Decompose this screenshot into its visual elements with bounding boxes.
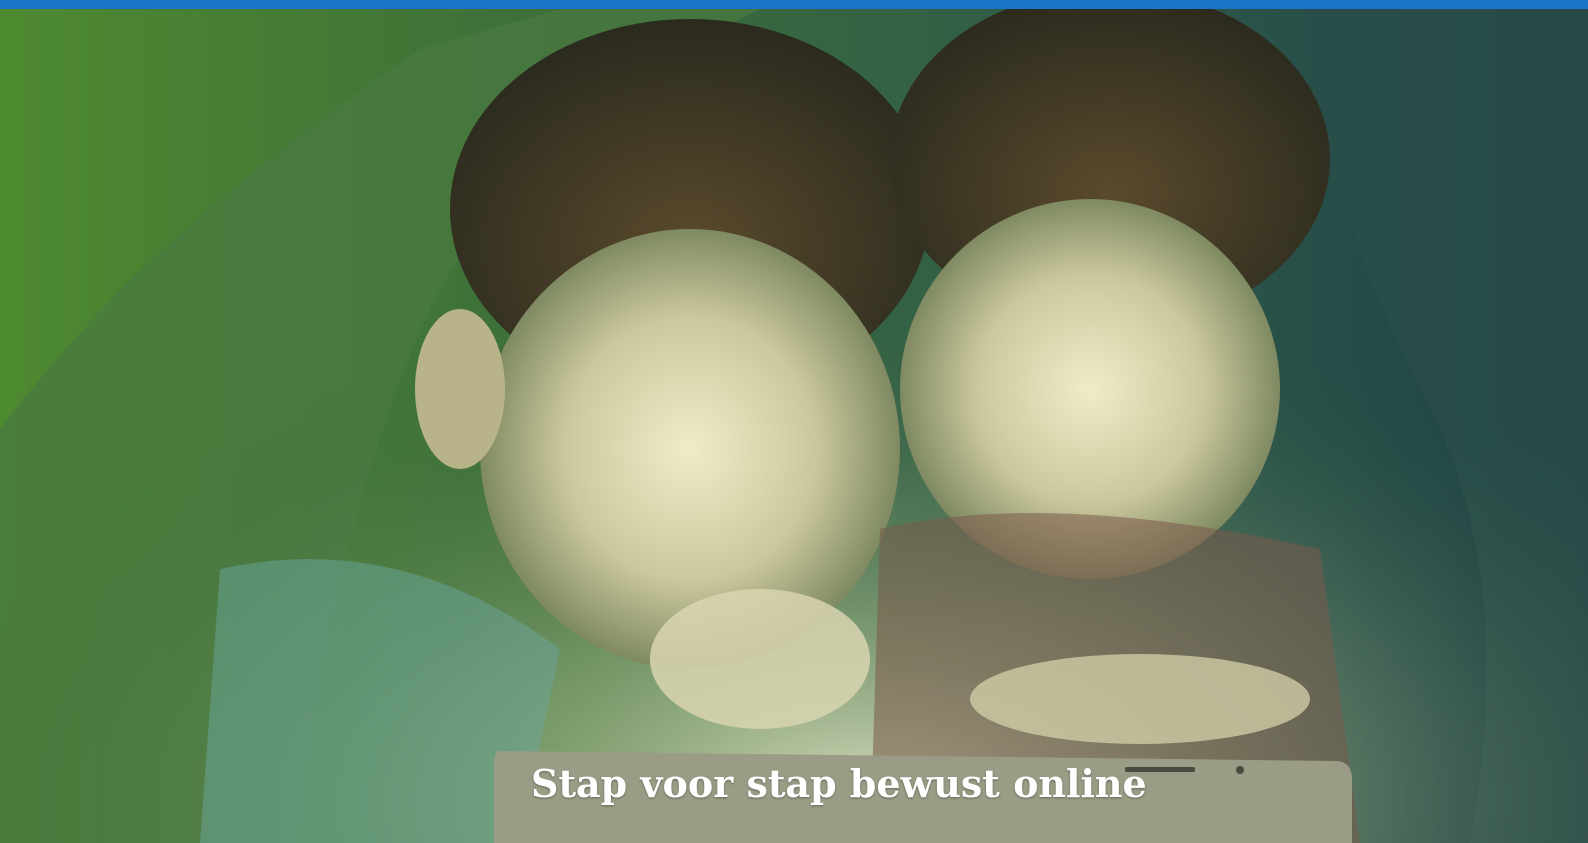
- hero-photo: [0, 9, 1588, 843]
- hero-banner: Stap voor stap bewust online: [0, 9, 1588, 843]
- hero-title: Stap voor stap bewust online: [531, 761, 1147, 806]
- top-accent-bar: [0, 0, 1588, 9]
